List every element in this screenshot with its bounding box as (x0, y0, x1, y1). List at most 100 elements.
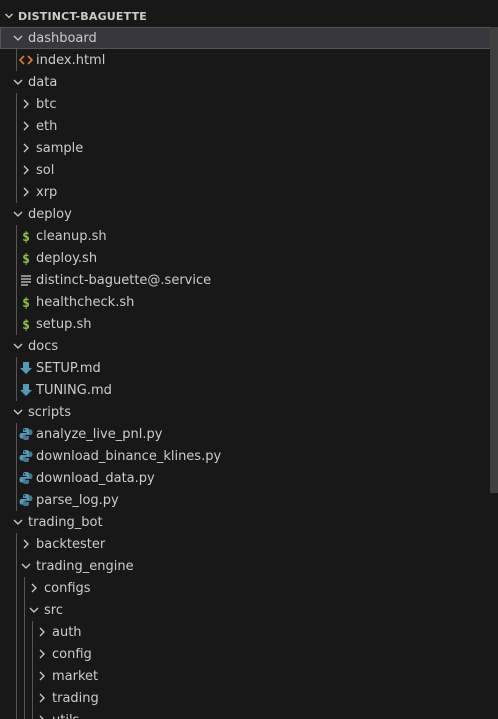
chevron-down-icon[interactable] (10, 74, 26, 90)
chevron-right-icon[interactable] (18, 184, 34, 200)
tree-folder-btc[interactable]: btc (0, 93, 498, 115)
tree-item-label: data (28, 74, 58, 90)
tree-item-label: configs (44, 580, 91, 596)
tree-folder-xrp[interactable]: xrp (0, 181, 498, 203)
indent-guide (16, 313, 17, 335)
shell-icon: $ (18, 250, 34, 266)
indent-guide (16, 291, 17, 313)
chevron-right-icon[interactable] (34, 712, 50, 719)
chevron-down-icon[interactable] (18, 558, 34, 574)
indent-guide (16, 269, 17, 291)
tree-file-download-binance-klines-py[interactable]: download_binance_klines.py (0, 445, 498, 467)
chevron-right-icon[interactable] (26, 580, 42, 596)
scrollbar-thumb[interactable] (490, 27, 498, 493)
tree-folder-docs[interactable]: docs (0, 335, 498, 357)
tree-folder-configs[interactable]: configs (0, 577, 498, 599)
tree-file-cleanup-sh[interactable]: $ cleanup.sh (0, 225, 498, 247)
tree-folder-src[interactable]: src (0, 599, 498, 621)
indent-guide (24, 687, 25, 709)
tree-item-label: backtester (36, 536, 106, 552)
tree-item-label: btc (36, 96, 57, 112)
python-icon (18, 448, 34, 464)
indent-guide (24, 599, 25, 621)
chevron-down-icon[interactable] (10, 404, 26, 420)
tree-item-label: cleanup.sh (36, 228, 107, 244)
tree-item-label: trading_bot (28, 514, 103, 530)
chevron-right-icon[interactable] (18, 118, 34, 134)
text-lines-icon (18, 272, 34, 288)
tree-item-label: TUNING.md (36, 382, 112, 398)
chevron-right-icon[interactable] (18, 140, 34, 156)
tree-folder-trading-bot[interactable]: trading_bot (0, 511, 498, 533)
chevron-right-icon[interactable] (18, 536, 34, 552)
tree-folder-deploy[interactable]: deploy (0, 203, 498, 225)
chevron-down-icon[interactable] (10, 30, 26, 46)
chevron-down-icon[interactable] (26, 602, 42, 618)
svg-text:$: $ (22, 318, 30, 332)
tree-file-setup-sh[interactable]: $ setup.sh (0, 313, 498, 335)
indent-guide (24, 643, 25, 665)
tree-folder-scripts[interactable]: scripts (0, 401, 498, 423)
tree-item-label: SETUP.md (36, 360, 101, 376)
tree-folder-utils[interactable]: utils (0, 709, 498, 719)
tree-item-label: sample (36, 140, 84, 156)
markdown-icon (18, 360, 34, 376)
tree-item-label: market (52, 668, 99, 684)
chevron-right-icon[interactable] (18, 162, 34, 178)
tree-folder-data[interactable]: data (0, 71, 498, 93)
chevron-right-icon[interactable] (18, 96, 34, 112)
tree-file-index-html[interactable]: index.html (0, 49, 498, 71)
chevron-right-icon[interactable] (34, 624, 50, 640)
indent-guide (32, 643, 33, 665)
tree-folder-market[interactable]: market (0, 665, 498, 687)
markdown-icon (18, 382, 34, 398)
indent-guide (16, 489, 17, 511)
chevron-down-icon[interactable] (10, 514, 26, 530)
chevron-down-icon[interactable] (10, 206, 26, 222)
tree-folder-auth[interactable]: auth (0, 621, 498, 643)
chevron-right-icon[interactable] (34, 646, 50, 662)
tree-file-setup-md[interactable]: SETUP.md (0, 357, 498, 379)
indent-guide (16, 357, 17, 379)
tree-folder-dashboard[interactable]: dashboard (0, 27, 498, 49)
tree-file-distinct-baguette-service[interactable]: distinct-baguette@.service (0, 269, 498, 291)
tree-file-tuning-md[interactable]: TUNING.md (0, 379, 498, 401)
tree-file-parse-log-py[interactable]: parse_log.py (0, 489, 498, 511)
chevron-down-icon[interactable] (10, 338, 26, 354)
tree-folder-backtester[interactable]: backtester (0, 533, 498, 555)
indent-guide (16, 445, 17, 467)
indent-guide (16, 467, 17, 489)
indent-guide (16, 159, 17, 181)
shell-icon: $ (18, 316, 34, 332)
indent-guide (32, 709, 33, 719)
shell-icon: $ (18, 228, 34, 244)
tree-folder-trading-engine[interactable]: trading_engine (0, 555, 498, 577)
tree-file-healthcheck-sh[interactable]: $ healthcheck.sh (0, 291, 498, 313)
tree-file-download-data-py[interactable]: download_data.py (0, 467, 498, 489)
tree-file-deploy-sh[interactable]: $ deploy.sh (0, 247, 498, 269)
tree-folder-config[interactable]: config (0, 643, 498, 665)
indent-guide (16, 621, 17, 643)
shell-icon: $ (18, 294, 34, 310)
tree-folder-trading[interactable]: trading (0, 687, 498, 709)
indent-guide (32, 687, 33, 709)
tree-item-label: src (44, 602, 63, 618)
chevron-right-icon[interactable] (34, 690, 50, 706)
python-icon (18, 492, 34, 508)
tree-file-analyze-live-pnl-py[interactable]: analyze_live_pnl.py (0, 423, 498, 445)
indent-guide (16, 577, 17, 599)
tree-item-label: distinct-baguette@.service (36, 272, 212, 288)
chevron-right-icon[interactable] (34, 668, 50, 684)
tree-folder-sol[interactable]: sol (0, 159, 498, 181)
indent-guide (16, 137, 17, 159)
indent-guide (16, 423, 17, 445)
indent-guide (16, 225, 17, 247)
tree-folder-sample[interactable]: sample (0, 137, 498, 159)
tree-folder-eth[interactable]: eth (0, 115, 498, 137)
indent-guide (16, 687, 17, 709)
indent-guide (24, 665, 25, 687)
tree-item-label: deploy (28, 206, 72, 222)
explorer-section-header[interactable]: DISTINCT-BAGUETTE (0, 5, 498, 27)
tree-item-label: auth (52, 624, 82, 640)
svg-text:$: $ (22, 252, 30, 266)
